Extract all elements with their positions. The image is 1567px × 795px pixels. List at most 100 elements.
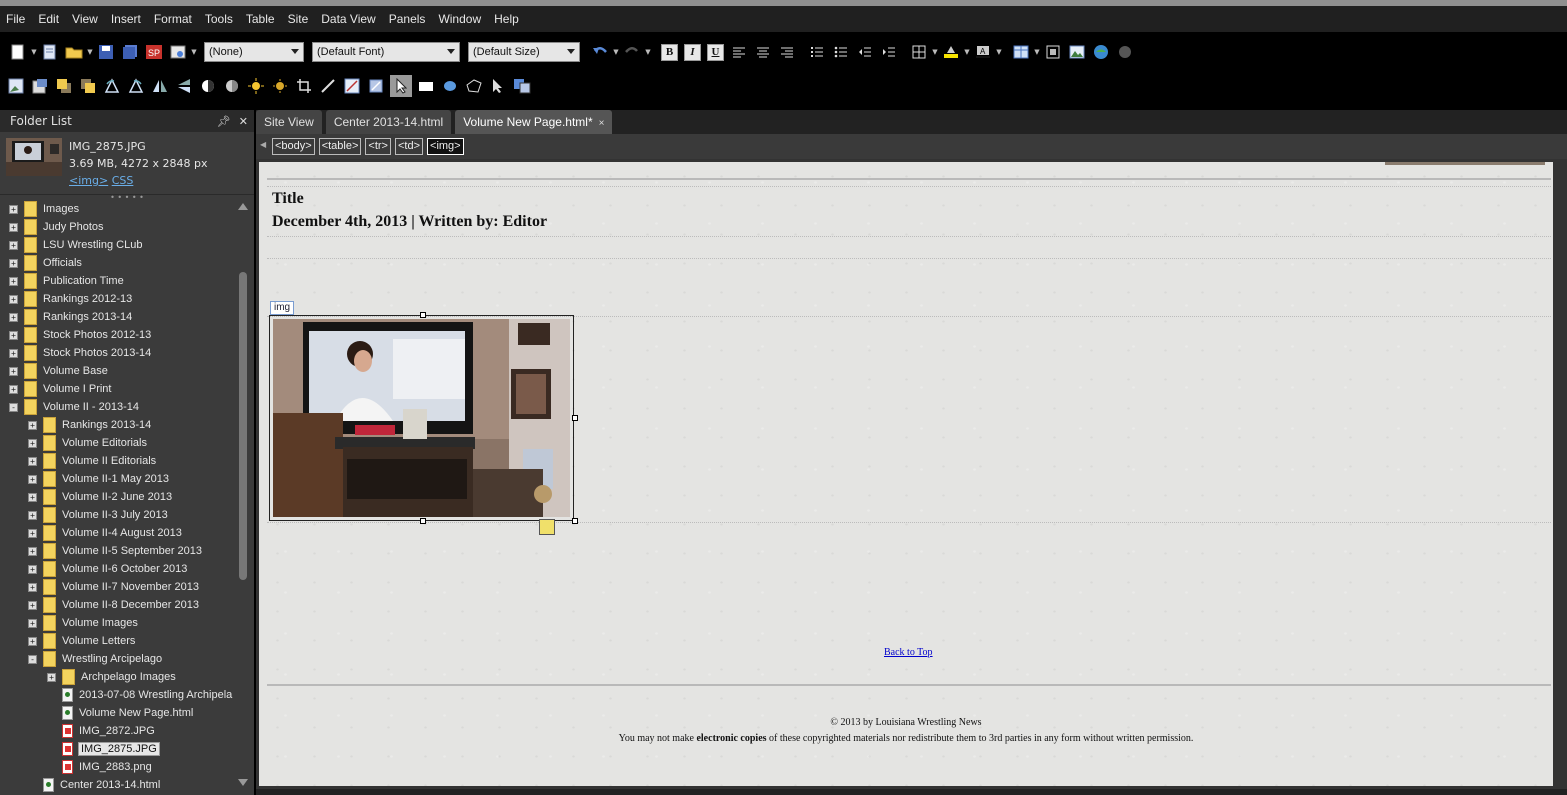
tab-center-2013-14-html[interactable]: Center 2013-14.html (325, 110, 452, 134)
font-select[interactable]: (Default Font) (312, 42, 460, 62)
folder-item[interactable]: + Volume II-6 October 2013 (0, 560, 236, 578)
selected-image[interactable] (269, 312, 578, 524)
menu-insert[interactable]: Insert (105, 6, 148, 32)
align-right-icon[interactable] (776, 41, 798, 63)
folder-item[interactable]: + Stock Photos 2013-14 (0, 344, 236, 362)
folder-item[interactable]: + Volume II-4 August 2013 (0, 524, 236, 542)
file-item[interactable]: IMG_2883.png (0, 758, 236, 776)
folder-item[interactable]: + Volume II Editorials (0, 452, 236, 470)
folder-item[interactable]: + Volume I Print (0, 380, 236, 398)
expand-icon[interactable]: + (9, 366, 18, 376)
save-icon[interactable] (95, 41, 117, 63)
font-color-dropdown-icon[interactable]: ▼ (995, 41, 1003, 63)
bring-forward-icon[interactable] (53, 75, 75, 97)
new-page-icon[interactable] (7, 41, 29, 63)
pin-icon[interactable]: 📌︎ (217, 115, 231, 128)
file-item[interactable]: Volume New Page.html (0, 704, 236, 722)
align-left-icon[interactable] (728, 41, 750, 63)
expand-icon[interactable]: + (9, 222, 18, 232)
collapse-icon[interactable]: - (9, 402, 18, 412)
folder-item[interactable]: + Officials (0, 254, 236, 272)
folder-item[interactable]: - Wrestling Arcipelago (0, 650, 236, 668)
flip-horizontal-icon[interactable] (149, 75, 171, 97)
folder-item[interactable]: + Stock Photos 2012-13 (0, 326, 236, 344)
less-brightness-icon[interactable] (269, 75, 291, 97)
menu-edit[interactable]: Edit (32, 6, 66, 32)
rectangular-hotspot-icon[interactable] (415, 75, 437, 97)
file-item[interactable]: IMG_2875.JPG (0, 740, 236, 758)
more-brightness-icon[interactable] (245, 75, 267, 97)
save-all-icon[interactable] (119, 41, 141, 63)
design-canvas[interactable]: Title December 4th, 2013 | Written by: E… (259, 162, 1553, 786)
borders-dropdown-icon[interactable]: ▼ (931, 41, 939, 63)
highlight-icon[interactable] (940, 41, 962, 63)
file-item[interactable]: 2013-07-08 Wrestling Archipela (0, 686, 236, 704)
new-document-icon[interactable] (39, 41, 61, 63)
decrease-indent-icon[interactable] (854, 41, 876, 63)
folder-item[interactable]: + Volume II-1 May 2013 (0, 470, 236, 488)
folder-item[interactable]: + Rankings 2013-14 (0, 416, 236, 434)
css-link[interactable]: CSS (112, 174, 134, 187)
insert-hyperlink-icon[interactable] (1090, 41, 1112, 63)
tab-site-view[interactable]: Site View (256, 110, 322, 134)
style-select[interactable]: (None) (204, 42, 304, 62)
new-dropdown-icon[interactable]: ▼ (30, 41, 38, 63)
less-contrast-icon[interactable] (221, 75, 243, 97)
preview-dropdown-icon[interactable]: ▼ (190, 41, 198, 63)
expand-icon[interactable]: + (28, 618, 37, 628)
folder-item[interactable]: + Volume II-7 November 2013 (0, 578, 236, 596)
tab-volume-new-page-html[interactable]: Volume New Page.html* × (455, 110, 613, 134)
resize-handle-top[interactable] (420, 312, 426, 318)
folder-item[interactable]: - Volume II - 2013-14 (0, 398, 236, 416)
resize-handle-corner[interactable] (572, 518, 578, 524)
expand-icon[interactable]: + (9, 384, 18, 394)
tag-selector-td[interactable]: <td> (394, 138, 424, 155)
folder-item[interactable]: + Volume II-5 September 2013 (0, 542, 236, 560)
table-dropdown-icon[interactable]: ▼ (1033, 41, 1041, 63)
expand-icon[interactable]: + (28, 438, 37, 448)
expand-icon[interactable]: + (28, 510, 37, 520)
folder-item[interactable]: + Volume Editorials (0, 434, 236, 452)
send-backward-icon[interactable] (77, 75, 99, 97)
img-link[interactable]: <img> (69, 174, 108, 187)
open-folder-icon[interactable] (63, 41, 85, 63)
menu-panels[interactable]: Panels (383, 6, 433, 32)
page-byline[interactable]: December 4th, 2013 | Written by: Editor (272, 213, 547, 231)
rotate-left-icon[interactable] (101, 75, 123, 97)
insert-layer-icon[interactable] (1042, 41, 1064, 63)
font-color-icon[interactable]: A (972, 41, 994, 63)
insert-table-icon[interactable] (1010, 41, 1032, 63)
expand-icon[interactable]: + (9, 294, 18, 304)
folder-item[interactable]: + Volume II-2 June 2013 (0, 488, 236, 506)
menu-view[interactable]: View (66, 6, 105, 32)
auto-thumbnail-icon[interactable] (29, 75, 51, 97)
scroll-thumb[interactable] (239, 272, 247, 580)
menu-data-view[interactable]: Data View (315, 6, 382, 32)
expand-icon[interactable]: + (47, 672, 56, 682)
tag-selector-table[interactable]: <table> (318, 138, 362, 155)
expand-icon[interactable]: + (9, 330, 18, 340)
undo-dropdown-icon[interactable]: ▼ (612, 41, 620, 63)
menu-file[interactable]: File (0, 6, 32, 32)
page-title[interactable]: Title (272, 190, 304, 208)
folder-tree-scrollbar[interactable] (236, 200, 250, 789)
picture-actions-icon[interactable] (539, 519, 555, 535)
folder-item[interactable]: + Volume II-8 December 2013 (0, 596, 236, 614)
menu-format[interactable]: Format (148, 6, 199, 32)
highlight-dropdown-icon[interactable]: ▼ (963, 41, 971, 63)
scroll-up-icon[interactable] (238, 203, 248, 210)
align-center-icon[interactable] (752, 41, 774, 63)
underline-button[interactable]: U (707, 43, 724, 61)
undo-icon[interactable] (589, 41, 611, 63)
folder-item[interactable]: + Volume Images (0, 614, 236, 632)
folder-item[interactable]: + Volume Letters (0, 632, 236, 650)
expand-icon[interactable]: + (28, 564, 37, 574)
expand-icon[interactable]: + (28, 600, 37, 610)
expand-icon[interactable]: + (9, 312, 18, 322)
file-item[interactable]: IMG_2872.JPG (0, 722, 236, 740)
folder-item[interactable]: + Rankings 2013-14 (0, 308, 236, 326)
resample-icon[interactable] (511, 75, 533, 97)
tag-selector-body[interactable]: <body> (272, 138, 315, 155)
tag-selector-img[interactable]: <img> (427, 138, 464, 155)
scroll-down-icon[interactable] (238, 779, 248, 786)
